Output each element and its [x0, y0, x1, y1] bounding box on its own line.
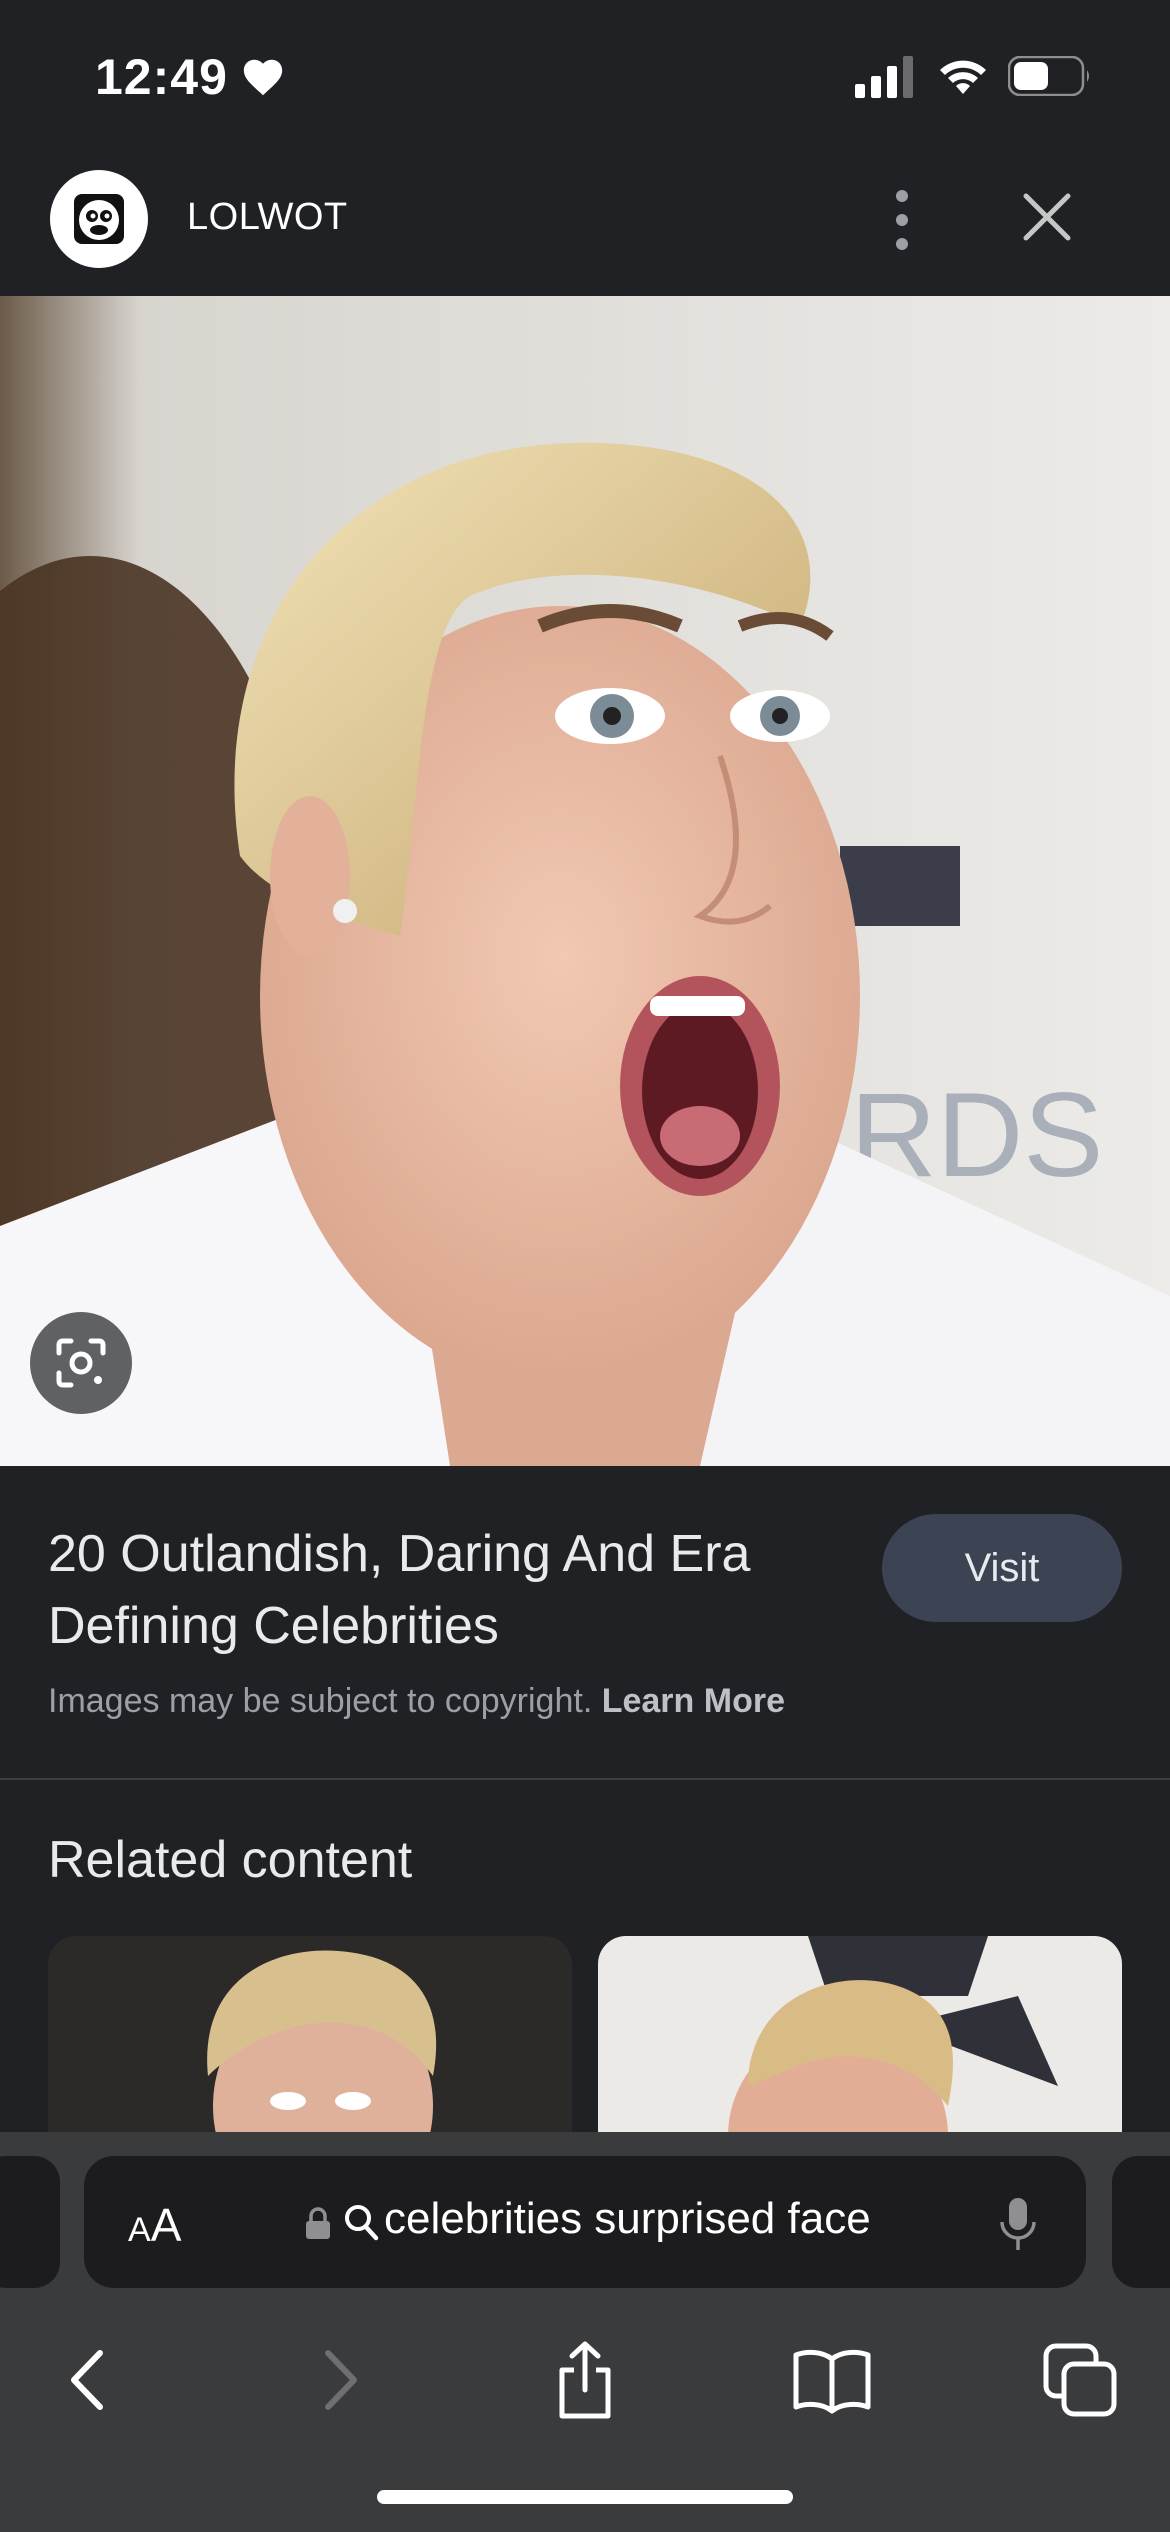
wifi-icon: [940, 60, 986, 94]
forward-icon: [325, 2350, 357, 2410]
surprised-face-photo: RDS: [0, 296, 1170, 1466]
cellular-signal-icon: [855, 56, 913, 98]
related-thumbnail[interactable]: [48, 1936, 572, 2136]
related-thumbnail[interactable]: [598, 1936, 1122, 2136]
copyright-text: Images may be subject to copyright.: [48, 1682, 593, 1720]
status-bar: 12:49: [0, 0, 1170, 160]
google-lens-icon: [56, 1338, 106, 1388]
battery-icon: [1008, 56, 1089, 96]
back-button[interactable]: [48, 2340, 128, 2420]
address-bar-text[interactable]: celebrities surprised face: [384, 2194, 871, 2244]
result-title[interactable]: 20 Outlandish, Daring And Era Defining C…: [48, 1518, 848, 1662]
share-button[interactable]: [545, 2340, 625, 2420]
learn-more-link[interactable]: Learn More: [602, 1682, 785, 1720]
browser-bottom-chrome: AA celebrities surprised face: [0, 2132, 1170, 2532]
site-logo-icon[interactable]: [50, 170, 148, 268]
visit-button[interactable]: Visit: [882, 1514, 1122, 1622]
back-icon: [71, 2350, 103, 2410]
clock-time: 12:49: [95, 49, 228, 105]
close-icon[interactable]: [1020, 190, 1074, 244]
bookmarks-icon: [793, 2349, 871, 2414]
share-icon: [559, 2341, 611, 2419]
microphone-icon[interactable]: [998, 2196, 1038, 2252]
viewer-header: LOLWOT: [0, 160, 1170, 296]
site-name[interactable]: LOLWOT: [187, 196, 348, 239]
result-image[interactable]: RDS: [0, 296, 1170, 1466]
previous-tab-preview[interactable]: [0, 2156, 60, 2288]
lock-icon: [306, 2207, 330, 2239]
more-vertical-icon[interactable]: [880, 180, 924, 260]
browser-toolbar: [0, 2320, 1170, 2450]
reader-settings-button[interactable]: AA: [128, 2198, 181, 2252]
result-info: 20 Outlandish, Daring And Era Defining C…: [0, 1466, 1170, 1780]
search-icon: [345, 2205, 379, 2241]
bookmarks-button[interactable]: [792, 2340, 872, 2420]
heart-icon: [243, 59, 283, 96]
forward-button[interactable]: [300, 2340, 380, 2420]
google-lens-button[interactable]: [30, 1312, 132, 1414]
address-bar[interactable]: AA celebrities surprised face: [84, 2156, 1086, 2288]
tabs-button[interactable]: [1040, 2340, 1120, 2420]
next-tab-preview[interactable]: [1112, 2156, 1170, 2288]
copyright-notice: Images may be subject to copyright. Lear…: [48, 1682, 785, 1721]
home-indicator[interactable]: [377, 2490, 793, 2504]
related-content-heading: Related content: [48, 1831, 413, 1889]
tabs-icon: [1043, 2343, 1117, 2417]
